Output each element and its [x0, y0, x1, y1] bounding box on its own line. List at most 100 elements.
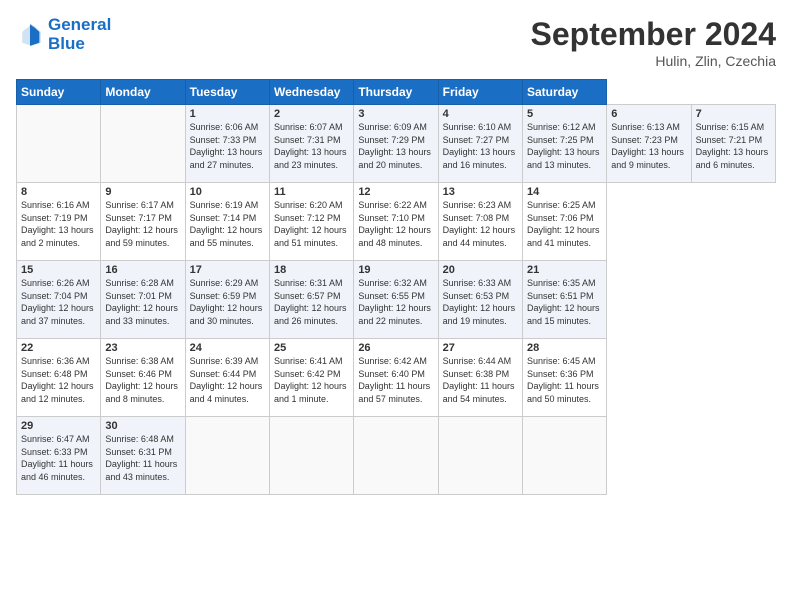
day-number: 3 [358, 108, 433, 120]
table-row: 27 Sunrise: 6:44 AM Sunset: 6:38 PM Dayl… [438, 339, 522, 417]
day-info: Sunrise: 6:06 AM Sunset: 7:33 PM Dayligh… [190, 121, 265, 171]
table-row: 22 Sunrise: 6:36 AM Sunset: 6:48 PM Dayl… [17, 339, 101, 417]
day-info: Sunrise: 6:41 AM Sunset: 6:42 PM Dayligh… [274, 355, 349, 405]
table-row: 24 Sunrise: 6:39 AM Sunset: 6:44 PM Dayl… [185, 339, 269, 417]
day-info: Sunrise: 6:42 AM Sunset: 6:40 PM Dayligh… [358, 355, 433, 405]
day-number: 27 [443, 342, 518, 354]
day-info: Sunrise: 6:36 AM Sunset: 6:48 PM Dayligh… [21, 355, 96, 405]
table-row: 15 Sunrise: 6:26 AM Sunset: 7:04 PM Dayl… [17, 261, 101, 339]
day-info: Sunrise: 6:25 AM Sunset: 7:06 PM Dayligh… [527, 199, 602, 249]
table-row: 3 Sunrise: 6:09 AM Sunset: 7:29 PM Dayli… [354, 105, 438, 183]
table-row: 7 Sunrise: 6:15 AM Sunset: 7:21 PM Dayli… [691, 105, 775, 183]
day-info: Sunrise: 6:39 AM Sunset: 6:44 PM Dayligh… [190, 355, 265, 405]
day-info: Sunrise: 6:33 AM Sunset: 6:53 PM Dayligh… [443, 277, 518, 327]
table-row: 23 Sunrise: 6:38 AM Sunset: 6:46 PM Dayl… [101, 339, 185, 417]
logo: General Blue [16, 16, 111, 53]
day-number: 10 [190, 186, 265, 198]
table-row [101, 105, 185, 183]
table-row: 21 Sunrise: 6:35 AM Sunset: 6:51 PM Dayl… [522, 261, 606, 339]
table-row: 14 Sunrise: 6:25 AM Sunset: 7:06 PM Dayl… [522, 183, 606, 261]
table-row [438, 417, 522, 495]
header: General Blue September 2024 Hulin, Zlin,… [16, 16, 776, 69]
day-number: 8 [21, 186, 96, 198]
day-number: 19 [358, 264, 433, 276]
calendar-page: General Blue September 2024 Hulin, Zlin,… [0, 0, 792, 612]
day-info: Sunrise: 6:12 AM Sunset: 7:25 PM Dayligh… [527, 121, 602, 171]
day-number: 12 [358, 186, 433, 198]
table-row: 29 Sunrise: 6:47 AM Sunset: 6:33 PM Dayl… [17, 417, 101, 495]
day-number: 9 [105, 186, 180, 198]
calendar-row: 8 Sunrise: 6:16 AM Sunset: 7:19 PM Dayli… [17, 183, 776, 261]
day-number: 4 [443, 108, 518, 120]
day-info: Sunrise: 6:22 AM Sunset: 7:10 PM Dayligh… [358, 199, 433, 249]
calendar-body: 1 Sunrise: 6:06 AM Sunset: 7:33 PM Dayli… [17, 105, 776, 495]
table-row [522, 417, 606, 495]
table-row: 13 Sunrise: 6:23 AM Sunset: 7:08 PM Dayl… [438, 183, 522, 261]
table-row: 28 Sunrise: 6:45 AM Sunset: 6:36 PM Dayl… [522, 339, 606, 417]
table-row: 17 Sunrise: 6:29 AM Sunset: 6:59 PM Dayl… [185, 261, 269, 339]
col-saturday: Saturday [522, 80, 606, 105]
table-row: 9 Sunrise: 6:17 AM Sunset: 7:17 PM Dayli… [101, 183, 185, 261]
day-info: Sunrise: 6:47 AM Sunset: 6:33 PM Dayligh… [21, 433, 96, 483]
month-title: September 2024 [531, 16, 776, 53]
day-number: 25 [274, 342, 349, 354]
day-number: 6 [611, 108, 686, 120]
day-info: Sunrise: 6:45 AM Sunset: 6:36 PM Dayligh… [527, 355, 602, 405]
table-row: 19 Sunrise: 6:32 AM Sunset: 6:55 PM Dayl… [354, 261, 438, 339]
day-number: 20 [443, 264, 518, 276]
day-number: 22 [21, 342, 96, 354]
col-monday: Monday [101, 80, 185, 105]
day-info: Sunrise: 6:29 AM Sunset: 6:59 PM Dayligh… [190, 277, 265, 327]
day-number: 7 [696, 108, 771, 120]
col-friday: Friday [438, 80, 522, 105]
table-row: 10 Sunrise: 6:19 AM Sunset: 7:14 PM Dayl… [185, 183, 269, 261]
calendar-row: 22 Sunrise: 6:36 AM Sunset: 6:48 PM Dayl… [17, 339, 776, 417]
day-info: Sunrise: 6:44 AM Sunset: 6:38 PM Dayligh… [443, 355, 518, 405]
day-number: 2 [274, 108, 349, 120]
day-info: Sunrise: 6:35 AM Sunset: 6:51 PM Dayligh… [527, 277, 602, 327]
day-number: 15 [21, 264, 96, 276]
day-number: 14 [527, 186, 602, 198]
day-number: 21 [527, 264, 602, 276]
day-info: Sunrise: 6:20 AM Sunset: 7:12 PM Dayligh… [274, 199, 349, 249]
day-number: 29 [21, 420, 96, 432]
day-number: 11 [274, 186, 349, 198]
table-row: 6 Sunrise: 6:13 AM Sunset: 7:23 PM Dayli… [607, 105, 691, 183]
calendar-row: 1 Sunrise: 6:06 AM Sunset: 7:33 PM Dayli… [17, 105, 776, 183]
calendar-header-row: Sunday Monday Tuesday Wednesday Thursday… [17, 80, 776, 105]
table-row: 8 Sunrise: 6:16 AM Sunset: 7:19 PM Dayli… [17, 183, 101, 261]
table-row: 12 Sunrise: 6:22 AM Sunset: 7:10 PM Dayl… [354, 183, 438, 261]
calendar-row: 15 Sunrise: 6:26 AM Sunset: 7:04 PM Dayl… [17, 261, 776, 339]
logo-icon [16, 21, 44, 49]
table-row: 5 Sunrise: 6:12 AM Sunset: 7:25 PM Dayli… [522, 105, 606, 183]
day-number: 13 [443, 186, 518, 198]
day-info: Sunrise: 6:48 AM Sunset: 6:31 PM Dayligh… [105, 433, 180, 483]
logo-text: General Blue [48, 16, 111, 53]
day-number: 18 [274, 264, 349, 276]
day-info: Sunrise: 6:15 AM Sunset: 7:21 PM Dayligh… [696, 121, 771, 171]
calendar-table: Sunday Monday Tuesday Wednesday Thursday… [16, 79, 776, 495]
table-row: 20 Sunrise: 6:33 AM Sunset: 6:53 PM Dayl… [438, 261, 522, 339]
title-area: September 2024 Hulin, Zlin, Czechia [531, 16, 776, 69]
day-number: 1 [190, 108, 265, 120]
table-row [17, 105, 101, 183]
table-row: 1 Sunrise: 6:06 AM Sunset: 7:33 PM Dayli… [185, 105, 269, 183]
col-wednesday: Wednesday [269, 80, 353, 105]
day-info: Sunrise: 6:28 AM Sunset: 7:01 PM Dayligh… [105, 277, 180, 327]
day-number: 26 [358, 342, 433, 354]
table-row: 4 Sunrise: 6:10 AM Sunset: 7:27 PM Dayli… [438, 105, 522, 183]
table-row: 26 Sunrise: 6:42 AM Sunset: 6:40 PM Dayl… [354, 339, 438, 417]
day-info: Sunrise: 6:17 AM Sunset: 7:17 PM Dayligh… [105, 199, 180, 249]
day-info: Sunrise: 6:13 AM Sunset: 7:23 PM Dayligh… [611, 121, 686, 171]
table-row [269, 417, 353, 495]
table-row: 16 Sunrise: 6:28 AM Sunset: 7:01 PM Dayl… [101, 261, 185, 339]
day-number: 23 [105, 342, 180, 354]
table-row [354, 417, 438, 495]
table-row: 18 Sunrise: 6:31 AM Sunset: 6:57 PM Dayl… [269, 261, 353, 339]
table-row [185, 417, 269, 495]
day-number: 17 [190, 264, 265, 276]
day-info: Sunrise: 6:09 AM Sunset: 7:29 PM Dayligh… [358, 121, 433, 171]
table-row: 11 Sunrise: 6:20 AM Sunset: 7:12 PM Dayl… [269, 183, 353, 261]
day-number: 28 [527, 342, 602, 354]
day-number: 16 [105, 264, 180, 276]
